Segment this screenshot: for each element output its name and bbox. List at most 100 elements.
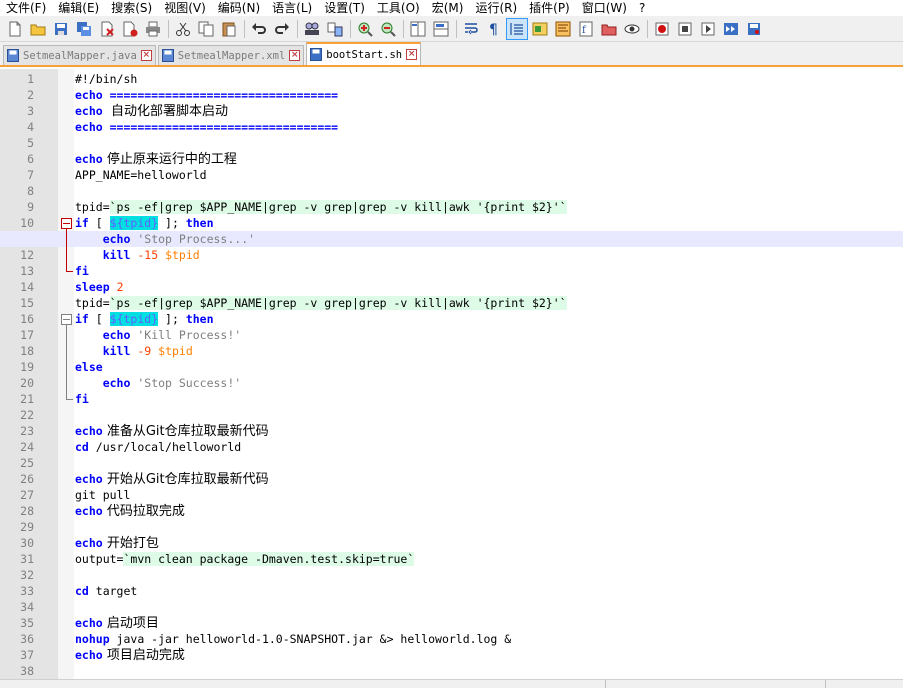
zoom-in-button[interactable] xyxy=(354,18,376,40)
play-macro-button[interactable] xyxy=(697,18,719,40)
function-list-button[interactable]: f xyxy=(575,18,597,40)
code-line[interactable]: kill -9 $tpid xyxy=(0,343,903,359)
code-line[interactable]: if [ ${tpid} ]; then xyxy=(0,311,903,327)
code-token: nohup xyxy=(75,632,110,646)
menu-tools[interactable]: 工具(O) xyxy=(371,0,426,16)
user-language-button[interactable] xyxy=(529,18,551,40)
code-token: git pull xyxy=(75,488,131,502)
fold-toggle-icon[interactable] xyxy=(61,314,72,325)
close-all-button[interactable] xyxy=(119,18,141,40)
code-line[interactable]: echo 'Stop Process...' xyxy=(0,231,903,247)
code-line[interactable]: cd target xyxy=(0,583,903,599)
code-line[interactable]: cd /usr/local/helloworld xyxy=(0,439,903,455)
code-line[interactable]: sleep 2 xyxy=(0,279,903,295)
code-line[interactable]: echo 'Kill Process!' xyxy=(0,327,903,343)
menu-help[interactable]: ? xyxy=(633,0,651,16)
code-editor[interactable]: 1234567891011121314151617181920212223242… xyxy=(0,69,903,679)
sync-horizontal-icon xyxy=(433,21,449,36)
monitoring-button[interactable] xyxy=(621,18,643,40)
code-line[interactable] xyxy=(0,599,903,615)
open-file-button[interactable] xyxy=(27,18,49,40)
code-line[interactable]: tpid=`ps -ef|grep $APP_NAME|grep -v grep… xyxy=(0,199,903,215)
paste-button[interactable] xyxy=(218,18,240,40)
menu-macro[interactable]: 宏(M) xyxy=(426,0,470,16)
code-line[interactable]: fi xyxy=(0,391,903,407)
code-line[interactable]: echo 开始打包 xyxy=(0,535,903,551)
copy-icon xyxy=(198,21,214,36)
code-line[interactable] xyxy=(0,663,903,679)
code-line[interactable]: APP_NAME=helloworld xyxy=(0,167,903,183)
code-token: $tpid xyxy=(165,248,200,262)
code-line[interactable]: git pull xyxy=(0,487,903,503)
code-line[interactable] xyxy=(0,455,903,471)
code-line[interactable] xyxy=(0,407,903,423)
close-icon[interactable]: × xyxy=(406,49,418,60)
code-line[interactable]: echo ================================= xyxy=(0,119,903,135)
show-all-chars-button[interactable]: ¶ xyxy=(483,18,505,40)
print-button[interactable] xyxy=(142,18,164,40)
stop-macro-button[interactable] xyxy=(674,18,696,40)
code-line[interactable]: echo 项目启动完成 xyxy=(0,647,903,663)
replace-button[interactable] xyxy=(324,18,346,40)
close-button[interactable] xyxy=(96,18,118,40)
menu-window[interactable]: 窗口(W) xyxy=(576,0,633,16)
menu-run[interactable]: 运行(R) xyxy=(469,0,523,16)
code-line[interactable] xyxy=(0,183,903,199)
run-macro-multiple-button[interactable] xyxy=(720,18,742,40)
code-line[interactable]: nohup java -jar helloworld-1.0-SNAPSHOT.… xyxy=(0,631,903,647)
new-file-button[interactable] xyxy=(4,18,26,40)
copy-button[interactable] xyxy=(195,18,217,40)
fold-toggle-icon[interactable] xyxy=(61,218,72,229)
record-macro-button[interactable] xyxy=(651,18,673,40)
save-all-button[interactable] xyxy=(73,18,95,40)
sync-vertical-button[interactable] xyxy=(407,18,429,40)
save-macro-button[interactable] xyxy=(743,18,765,40)
code-line[interactable]: kill -15 $tpid xyxy=(0,247,903,263)
code-line[interactable]: output=`mvn clean package -Dmaven.test.s… xyxy=(0,551,903,567)
code-line[interactable]: echo ================================= xyxy=(0,87,903,103)
code-line[interactable]: echo 自动化部署脚本启动 xyxy=(0,103,903,119)
close-icon[interactable]: × xyxy=(140,50,152,61)
close-icon[interactable]: × xyxy=(289,50,301,61)
code-text: echo 'Kill Process!' xyxy=(75,327,242,343)
code-line[interactable] xyxy=(0,135,903,151)
code-line[interactable]: echo 启动项目 xyxy=(0,615,903,631)
word-wrap-button[interactable] xyxy=(460,18,482,40)
tab-bootstart-sh[interactable]: bootStart.sh × xyxy=(306,42,422,65)
tab-setmealmapper-xml[interactable]: SetmealMapper.xml × xyxy=(157,45,305,65)
code-line[interactable]: #!/bin/sh xyxy=(0,71,903,87)
menu-view[interactable]: 视图(V) xyxy=(158,0,212,16)
code-line[interactable]: else xyxy=(0,359,903,375)
code-line[interactable]: fi xyxy=(0,263,903,279)
code-line[interactable]: echo 停止原来运行中的工程 xyxy=(0,151,903,167)
tab-setmealmapper-java[interactable]: SetmealMapper.java × xyxy=(3,45,156,65)
code-line[interactable]: echo 'Stop Success!' xyxy=(0,375,903,391)
code-line[interactable]: echo 代码拉取完成 xyxy=(0,503,903,519)
code-line[interactable]: tpid=`ps -ef|grep $APP_NAME|grep -v grep… xyxy=(0,295,903,311)
find-button[interactable] xyxy=(301,18,323,40)
menu-encoding[interactable]: 编码(N) xyxy=(212,0,266,16)
zoom-out-button[interactable] xyxy=(377,18,399,40)
code-line[interactable] xyxy=(0,519,903,535)
code-token: 启动项目 xyxy=(102,616,159,631)
save-button[interactable] xyxy=(50,18,72,40)
menu-plugins[interactable]: 插件(P) xyxy=(523,0,576,16)
folder-workspace-button[interactable] xyxy=(598,18,620,40)
cut-button[interactable] xyxy=(172,18,194,40)
menu-settings[interactable]: 设置(T) xyxy=(318,0,371,16)
code-line[interactable] xyxy=(0,567,903,583)
menu-file[interactable]: 文件(F) xyxy=(0,0,52,16)
code-line[interactable]: echo 准备从Git仓库拉取最新代码 xyxy=(0,423,903,439)
code-line[interactable]: if [ ${tpid} ]; then xyxy=(0,215,903,231)
code-token: 'Stop Success!' xyxy=(137,376,242,390)
menu-search[interactable]: 搜索(S) xyxy=(105,0,158,16)
code-line[interactable]: echo 开始从Git仓库拉取最新代码 xyxy=(0,471,903,487)
document-map-button[interactable] xyxy=(552,18,574,40)
code-token: ${tpid} xyxy=(109,216,159,230)
menu-edit[interactable]: 编辑(E) xyxy=(52,0,105,16)
undo-button[interactable] xyxy=(248,18,270,40)
menu-language[interactable]: 语言(L) xyxy=(266,0,318,16)
indent-guide-button[interactable] xyxy=(506,17,528,40)
redo-button[interactable] xyxy=(271,18,293,40)
sync-horizontal-button[interactable] xyxy=(430,18,452,40)
